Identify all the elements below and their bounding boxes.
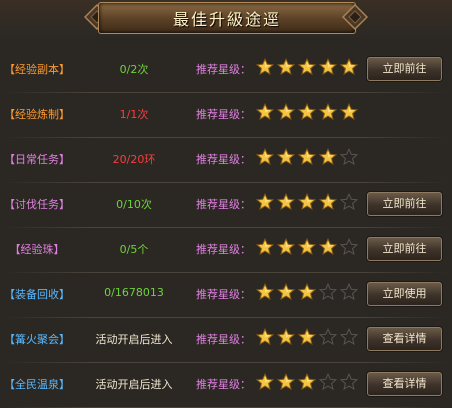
upgrade-row: 【经验副本】 0/2次 推荐星级： 立即前往	[0, 48, 452, 93]
star-rating	[256, 193, 358, 211]
star-empty-icon	[319, 328, 337, 346]
recommend-label: 推荐星级：	[196, 288, 251, 301]
row-name: 【经验珠】	[9, 243, 65, 256]
upgrade-row: 【经验炼制】 1/1次 推荐星级：	[0, 93, 452, 138]
row-count: 0/1678013	[104, 286, 164, 299]
star-filled-icon	[256, 283, 274, 301]
row-name: 【日常任务】	[4, 153, 70, 166]
star-filled-icon	[319, 148, 337, 166]
star-filled-icon	[256, 373, 274, 391]
row-count: 活动开启后进入	[95, 333, 173, 346]
star-filled-icon	[319, 103, 337, 121]
row-action-button[interactable]: 立即使用	[367, 282, 442, 306]
row-name: 【经验炼制】	[4, 108, 70, 121]
row-name: 【篝火聚会】	[4, 333, 70, 346]
star-filled-icon	[298, 328, 316, 346]
row-name: 【装备回收】	[4, 288, 70, 301]
recommend-label: 推荐星级：	[196, 108, 251, 121]
row-count: 0/2次	[119, 63, 149, 76]
star-filled-icon	[277, 238, 295, 256]
star-filled-icon	[277, 193, 295, 211]
star-filled-icon	[298, 58, 316, 76]
star-filled-icon	[277, 148, 295, 166]
star-rating	[256, 373, 358, 391]
row-name: 【全民温泉】	[4, 378, 70, 391]
star-filled-icon	[256, 328, 274, 346]
recommend-label: 推荐星级：	[196, 333, 251, 346]
star-empty-icon	[340, 193, 358, 211]
star-rating	[256, 238, 358, 256]
star-rating	[256, 328, 358, 346]
row-count: 1/1次	[119, 108, 149, 121]
star-filled-icon	[340, 103, 358, 121]
star-filled-icon	[298, 103, 316, 121]
star-filled-icon	[256, 58, 274, 76]
row-action-button[interactable]: 查看详情	[367, 327, 442, 351]
upgrade-row: 【经验珠】 0/5个 推荐星级： 立即前往	[0, 228, 452, 273]
row-count: 20/20环	[112, 153, 156, 166]
star-filled-icon	[277, 58, 295, 76]
upgrade-row: 【日常任务】 20/20环 推荐星级：	[0, 138, 452, 183]
star-rating	[256, 103, 358, 121]
star-filled-icon	[298, 148, 316, 166]
star-filled-icon	[319, 238, 337, 256]
ornament-right-icon	[342, 4, 368, 30]
row-count: 活动开启后进入	[95, 378, 173, 391]
row-action-button[interactable]: 查看详情	[367, 372, 442, 396]
recommend-label: 推荐星级：	[196, 63, 251, 76]
recommend-label: 推荐星级：	[196, 378, 251, 391]
star-filled-icon	[277, 103, 295, 121]
row-action-button[interactable]: 立即前往	[367, 57, 442, 81]
star-filled-icon	[298, 373, 316, 391]
title-plate: 最佳升級途逕	[98, 2, 356, 34]
page-title: 最佳升級途逕	[172, 10, 281, 29]
star-filled-icon	[256, 103, 274, 121]
star-filled-icon	[277, 328, 295, 346]
star-empty-icon	[319, 283, 337, 301]
row-action-button[interactable]: 立即前往	[367, 237, 442, 261]
star-filled-icon	[340, 58, 358, 76]
star-filled-icon	[319, 193, 337, 211]
upgrade-row: 【讨伐任务】 0/10次 推荐星级： 立即前往	[0, 183, 452, 228]
upgrade-path-list: 【经验副本】 0/2次 推荐星级： 立即前往 【经验炼制】 1/1次 推荐星级： 【日常任务】…	[0, 48, 452, 408]
star-filled-icon	[298, 283, 316, 301]
star-rating	[256, 58, 358, 76]
upgrade-path-panel: 最佳升級途逕 【经验副本】 0/2次 推荐星级： 立即前往 【经验炼制】 1/1次 推荐星级…	[0, 0, 452, 408]
star-filled-icon	[256, 193, 274, 211]
recommend-label: 推荐星级：	[196, 153, 251, 166]
star-filled-icon	[256, 148, 274, 166]
star-empty-icon	[340, 328, 358, 346]
row-name: 【讨伐任务】	[4, 198, 70, 211]
row-name: 【经验副本】	[4, 63, 70, 76]
star-filled-icon	[319, 58, 337, 76]
upgrade-row: 【篝火聚会】 活动开启后进入 推荐星级： 查看详情	[0, 318, 452, 363]
row-count: 0/10次	[116, 198, 152, 211]
panel-header: 最佳升級途逕	[0, 0, 452, 38]
recommend-label: 推荐星级：	[196, 198, 251, 211]
star-filled-icon	[256, 238, 274, 256]
star-empty-icon	[340, 148, 358, 166]
star-filled-icon	[277, 373, 295, 391]
star-empty-icon	[340, 373, 358, 391]
star-filled-icon	[277, 283, 295, 301]
star-empty-icon	[340, 238, 358, 256]
upgrade-row: 【全民温泉】 活动开启后进入 推荐星级： 查看详情	[0, 363, 452, 408]
star-empty-icon	[340, 283, 358, 301]
star-rating	[256, 283, 358, 301]
row-action-button[interactable]: 立即前往	[367, 192, 442, 216]
star-filled-icon	[298, 193, 316, 211]
row-count: 0/5个	[119, 243, 149, 256]
star-empty-icon	[319, 373, 337, 391]
upgrade-row: 【装备回收】 0/1678013 推荐星级： 立即使用	[0, 273, 452, 318]
star-filled-icon	[298, 238, 316, 256]
recommend-label: 推荐星级：	[196, 243, 251, 256]
star-rating	[256, 148, 358, 166]
